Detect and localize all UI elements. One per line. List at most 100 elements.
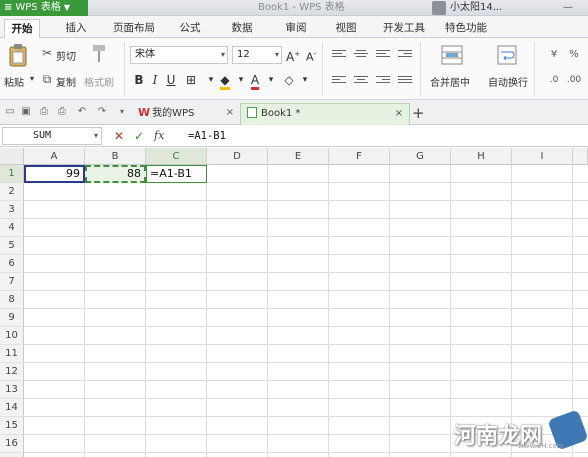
row-header-6[interactable]: 6 bbox=[0, 255, 24, 273]
save-icon[interactable]: ▣ bbox=[20, 106, 32, 118]
new-tab-button[interactable]: + bbox=[412, 103, 425, 123]
print-icon[interactable]: ⎙ bbox=[56, 106, 68, 118]
tab-data[interactable]: 数据 bbox=[224, 19, 260, 38]
column-header-c[interactable]: C bbox=[146, 148, 207, 165]
insert-function-button[interactable]: fx bbox=[154, 128, 164, 144]
justify-icon[interactable] bbox=[398, 74, 412, 86]
format-painter-button[interactable]: 格式刷 bbox=[84, 74, 114, 89]
tab-special-features[interactable]: 特色功能 bbox=[440, 19, 492, 38]
font-size-select[interactable]: 12 ▾ bbox=[232, 46, 282, 64]
column-header-d[interactable]: D bbox=[207, 148, 268, 165]
column-header-e[interactable]: E bbox=[268, 148, 329, 165]
row-header-16[interactable]: 16 bbox=[0, 435, 24, 453]
column-header-h[interactable]: H bbox=[451, 148, 512, 165]
paste-label[interactable]: 粘贴 bbox=[4, 74, 24, 89]
confirm-formula-button[interactable]: ✓ bbox=[134, 128, 144, 144]
increase-font-icon[interactable]: A+ bbox=[286, 46, 300, 64]
chevron-down-icon[interactable]: ▾ bbox=[234, 72, 248, 88]
align-left-icon[interactable] bbox=[332, 74, 346, 86]
cell-b1[interactable]: 88 bbox=[85, 165, 146, 183]
format-painter-icon[interactable] bbox=[90, 44, 108, 64]
tab-formulas[interactable]: 公式 bbox=[172, 19, 208, 38]
column-header-g[interactable]: G bbox=[390, 148, 451, 165]
merge-center-button[interactable]: 合并居中 bbox=[430, 74, 470, 89]
eraser-icon[interactable]: ◇ bbox=[282, 72, 296, 88]
tab-my-wps[interactable]: W 我的WPS × bbox=[132, 103, 240, 125]
row-header-3[interactable]: 3 bbox=[0, 201, 24, 219]
row-header-1[interactable]: 1 bbox=[0, 165, 24, 183]
wps-app-menu-button[interactable]: ≡ WPS 表格 ▼ bbox=[0, 0, 88, 16]
row-header-10[interactable]: 10 bbox=[0, 327, 24, 345]
row-header-14[interactable]: 14 bbox=[0, 399, 24, 417]
decrease-font-icon[interactable]: A- bbox=[304, 46, 318, 64]
row-header-11[interactable]: 11 bbox=[0, 345, 24, 363]
align-center-icon[interactable] bbox=[354, 74, 368, 86]
column-header-f[interactable]: F bbox=[329, 148, 390, 165]
border-icon[interactable]: ⊞ bbox=[184, 72, 198, 88]
row-header-12[interactable]: 12 bbox=[0, 363, 24, 381]
wrap-text-icon[interactable] bbox=[496, 44, 518, 66]
tab-page-layout[interactable]: 页面布局 bbox=[108, 19, 160, 38]
cell-c1-editing[interactable]: =A1-B1 bbox=[146, 165, 207, 183]
align-middle-icon[interactable] bbox=[354, 48, 368, 60]
paste-button[interactable] bbox=[6, 42, 30, 68]
redo-icon[interactable]: ↷ bbox=[96, 106, 108, 118]
cell-a1[interactable]: 99 bbox=[24, 165, 85, 183]
row-header-7[interactable]: 7 bbox=[0, 273, 24, 291]
cancel-formula-button[interactable]: ✕ bbox=[114, 128, 124, 144]
chevron-down-icon[interactable]: ▾ bbox=[30, 74, 34, 83]
name-box[interactable]: SUM ▾ bbox=[2, 127, 102, 145]
tab-book1[interactable]: Book1 * × bbox=[240, 103, 410, 125]
undo-icon[interactable]: ↶ bbox=[76, 106, 88, 118]
row-header-13[interactable]: 13 bbox=[0, 381, 24, 399]
row-header-5[interactable]: 5 bbox=[0, 237, 24, 255]
chevron-down-icon[interactable]: ▾ bbox=[116, 106, 128, 118]
underline-icon[interactable]: U bbox=[164, 72, 178, 88]
chevron-down-icon[interactable]: ▾ bbox=[204, 72, 218, 88]
row-header-4[interactable]: 4 bbox=[0, 219, 24, 237]
decrease-decimal-icon[interactable]: .00 bbox=[564, 72, 584, 88]
close-icon[interactable]: × bbox=[395, 104, 403, 124]
user-account[interactable]: 小太阳14... bbox=[432, 0, 544, 16]
copy-button[interactable]: 复制 bbox=[56, 74, 76, 89]
tab-insert[interactable]: 插入 bbox=[58, 19, 94, 38]
row-header-2[interactable]: 2 bbox=[0, 183, 24, 201]
tab-review[interactable]: 审阅 bbox=[278, 19, 314, 38]
bold-icon[interactable]: B bbox=[132, 72, 146, 88]
align-bottom-icon[interactable] bbox=[376, 48, 390, 60]
spreadsheet-grid[interactable]: ABCDEFGHI12345678910111213141516179988=A… bbox=[0, 148, 588, 457]
wrap-text-button[interactable]: 自动换行 bbox=[488, 74, 528, 89]
row-header-17[interactable]: 17 bbox=[0, 453, 24, 457]
font-color-icon[interactable]: A bbox=[248, 72, 262, 90]
minimize-button[interactable]: — bbox=[548, 0, 588, 16]
column-header-a[interactable]: A bbox=[24, 148, 85, 165]
fill-color-icon[interactable]: ◆ bbox=[218, 72, 232, 90]
formula-input[interactable]: =A1-B1 bbox=[188, 128, 584, 144]
open-folder-icon[interactable]: ▭ bbox=[4, 106, 16, 118]
merge-center-icon[interactable] bbox=[440, 44, 464, 66]
close-icon[interactable]: × bbox=[226, 103, 234, 123]
tab-view[interactable]: 视图 bbox=[328, 19, 364, 38]
font-name-select[interactable]: 宋体 ▾ bbox=[130, 46, 228, 64]
percent-icon[interactable]: % bbox=[564, 46, 584, 62]
row-header-15[interactable]: 15 bbox=[0, 417, 24, 435]
number-format-icon[interactable]: ¥ bbox=[544, 46, 564, 62]
column-header-b[interactable]: B bbox=[85, 148, 146, 165]
row-header-9[interactable]: 9 bbox=[0, 309, 24, 327]
italic-icon[interactable]: I bbox=[148, 72, 162, 88]
cut-button[interactable]: 剪切 bbox=[56, 48, 76, 63]
chevron-down-icon[interactable]: ▾ bbox=[298, 72, 312, 88]
select-all-corner[interactable] bbox=[0, 148, 24, 165]
indent-icon[interactable] bbox=[398, 48, 412, 60]
tab-start[interactable]: 开始 bbox=[4, 19, 40, 38]
scissors-icon[interactable]: ✂ bbox=[40, 46, 54, 60]
column-header-i[interactable]: I bbox=[512, 148, 573, 165]
align-top-icon[interactable] bbox=[332, 48, 346, 60]
increase-decimal-icon[interactable]: .0 bbox=[544, 72, 564, 88]
chevron-down-icon[interactable]: ▾ bbox=[264, 72, 278, 88]
print-preview-icon[interactable]: ⎙ bbox=[38, 106, 50, 118]
copy-icon[interactable]: ⧉ bbox=[40, 72, 54, 86]
align-right-icon[interactable] bbox=[376, 74, 390, 86]
tab-developer[interactable]: 开发工具 bbox=[378, 19, 430, 38]
row-header-8[interactable]: 8 bbox=[0, 291, 24, 309]
